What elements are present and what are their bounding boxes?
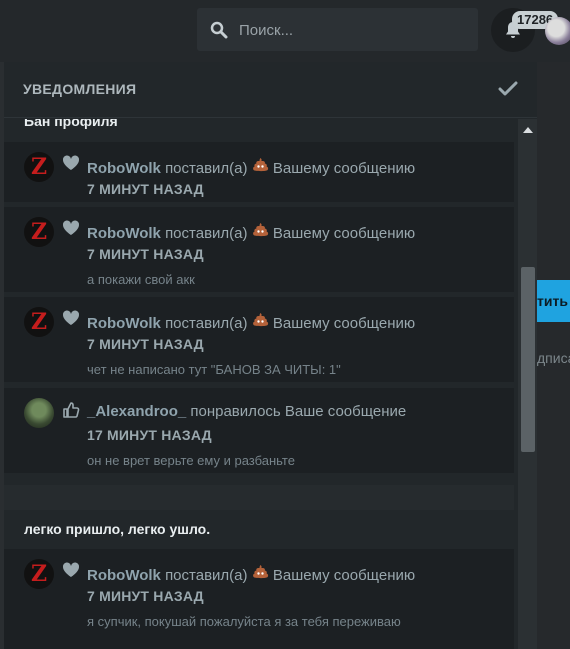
notification-item[interactable]: _Alexandroo_ понравилось Ваше сообщение … bbox=[4, 388, 514, 473]
top-bar: Поиск... 17286 bbox=[0, 0, 570, 62]
action-text: поставил(а) bbox=[165, 315, 248, 332]
notification-item[interactable]: Z RoboWolk поставил(а) Вашему сообщению … bbox=[4, 142, 514, 202]
notification-item[interactable]: Z RoboWolk поставил(а) Вашему сообщению … bbox=[4, 297, 514, 382]
background-text: дписа bbox=[537, 350, 570, 366]
thumbs-up-icon bbox=[63, 402, 80, 418]
poop-emoji-icon bbox=[252, 223, 268, 237]
scrollbar-thumb[interactable] bbox=[521, 267, 535, 452]
heart-icon bbox=[62, 220, 80, 235]
panel-title: УВЕДОМЛЕНИЯ bbox=[23, 81, 137, 97]
timestamp: 17 МИНУТ НАЗАД bbox=[87, 427, 212, 443]
poop-emoji-icon bbox=[252, 158, 268, 172]
search-icon bbox=[210, 21, 228, 39]
group-title: легко пришло, легко ушло. bbox=[24, 521, 211, 537]
mark-all-read-icon[interactable] bbox=[498, 80, 518, 98]
search-input[interactable]: Поиск... bbox=[197, 8, 478, 51]
timestamp: 7 МИНУТ НАЗАД bbox=[87, 588, 204, 604]
username-link[interactable]: RoboWolk bbox=[87, 567, 161, 584]
notifications-list[interactable]: Бан профиля Z RoboWolk поставил(а) Вашем… bbox=[4, 119, 514, 649]
avatar[interactable]: Z bbox=[24, 217, 54, 247]
target-link[interactable]: Вашему сообщению bbox=[273, 160, 415, 177]
poop-emoji-icon bbox=[252, 313, 268, 327]
group-divider bbox=[4, 485, 514, 510]
notifications-panel: УВЕДОМЛЕНИЯ Бан профиля Z RoboWolk поста… bbox=[4, 62, 537, 649]
username-link[interactable]: RoboWolk bbox=[87, 225, 161, 242]
avatar[interactable]: Z bbox=[24, 307, 54, 337]
heart-icon bbox=[62, 562, 80, 577]
avatar[interactable]: Z bbox=[24, 152, 54, 182]
heart-icon bbox=[62, 310, 80, 325]
poop-emoji-icon bbox=[252, 565, 268, 579]
action-text: поставил(а) bbox=[165, 225, 248, 242]
target-link[interactable]: Вашему сообщению bbox=[273, 315, 415, 332]
target-link[interactable]: Вашему сообщению bbox=[273, 567, 415, 584]
action-text: поставил(а) bbox=[165, 160, 248, 177]
avatar[interactable] bbox=[24, 398, 54, 428]
heart-icon bbox=[62, 155, 80, 170]
username-link[interactable]: RoboWolk bbox=[87, 315, 161, 332]
timestamp: 7 МИНУТ НАЗАД bbox=[87, 246, 204, 262]
username-link[interactable]: RoboWolk bbox=[87, 160, 161, 177]
user-avatar[interactable] bbox=[545, 17, 570, 45]
message-snippet: а покажи свой акк bbox=[87, 272, 195, 287]
search-placeholder: Поиск... bbox=[239, 22, 294, 39]
action-text: понравилось Ваше сообщение bbox=[190, 403, 407, 420]
avatar[interactable]: Z bbox=[24, 559, 54, 589]
message-snippet: он не врет верьте ему и разбаньте bbox=[87, 453, 295, 468]
username-link[interactable]: _Alexandroo_ bbox=[87, 403, 186, 420]
timestamp: 7 МИНУТ НАЗАД bbox=[87, 181, 204, 197]
panel-header: УВЕДОМЛЕНИЯ bbox=[4, 62, 537, 118]
notification-item[interactable]: Z RoboWolk поставил(а) Вашему сообщению … bbox=[4, 549, 514, 649]
message-snippet: чет не написано тут "БАНОВ ЗА ЧИТЫ: 1" bbox=[87, 362, 341, 377]
background-action-button[interactable]: тить bbox=[537, 280, 570, 322]
target-link[interactable]: Вашему сообщению bbox=[273, 225, 415, 242]
group-title: Бан профиля bbox=[24, 119, 118, 129]
notification-item[interactable]: Z RoboWolk поставил(а) Вашему сообщению … bbox=[4, 207, 514, 292]
scrollbar[interactable] bbox=[518, 119, 537, 649]
scroll-up-arrow-icon[interactable] bbox=[523, 127, 533, 133]
message-snippet: я супчик, покушай пожалуйста я за тебя п… bbox=[87, 614, 401, 629]
action-text: поставил(а) bbox=[165, 567, 248, 584]
timestamp: 7 МИНУТ НАЗАД bbox=[87, 336, 204, 352]
